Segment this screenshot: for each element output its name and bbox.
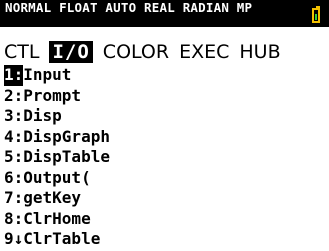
- tab-color[interactable]: COLOR: [103, 41, 169, 63]
- menu-item-clrtable[interactable]: 9↓ClrTable: [4, 229, 110, 250]
- menu-item-label: ClrTable: [23, 229, 101, 248]
- menu-item-output[interactable]: 6:Output(: [4, 168, 110, 189]
- mode-status-text: NORMAL FLOAT AUTO REAL RADIAN MP: [5, 0, 253, 15]
- menu-item-label: Disp: [23, 106, 62, 125]
- menu-item-label: DispTable: [23, 147, 110, 166]
- menu-item-number: 9↓: [4, 229, 24, 248]
- menu-item-clrhome[interactable]: 8:ClrHome: [4, 209, 110, 230]
- menu-item-number: 7:: [4, 188, 24, 207]
- tab-io[interactable]: I/O: [49, 41, 93, 63]
- menu-item-prompt[interactable]: 2:Prompt: [4, 86, 110, 107]
- tab-ctl[interactable]: CTL: [4, 41, 39, 63]
- menu-item-input[interactable]: 1:Input: [4, 65, 110, 86]
- battery-icon: [312, 6, 320, 23]
- tab-hub[interactable]: HUB: [239, 41, 280, 63]
- menu-item-label: DispGraph: [23, 126, 110, 146]
- menu-item-disptable[interactable]: 5:DispTable: [4, 147, 110, 168]
- menu-item-dispgraph[interactable]: 4:DispGraph: [4, 127, 110, 148]
- battery-cap: [316, 6, 320, 8]
- menu-item-number: 1:: [4, 65, 24, 86]
- status-bar: NORMAL FLOAT AUTO REAL RADIAN MP: [0, 0, 329, 27]
- menu-item-number: 5:: [4, 147, 24, 166]
- menu-item-number: 3:: [4, 106, 24, 125]
- menu-item-number: 8:: [4, 208, 24, 228]
- menu-item-number: 6:: [4, 167, 24, 187]
- tab-exec[interactable]: EXEC: [179, 41, 229, 63]
- menu-item-label: ClrHome: [23, 208, 91, 228]
- menu-item-disp[interactable]: 3:Disp: [4, 106, 110, 127]
- io-command-menu: 1:Input 2:Prompt 3:Disp 4:DispGraph 5:Di…: [4, 65, 110, 250]
- menu-item-number: 4:: [4, 126, 24, 146]
- menu-item-label: getKey: [23, 188, 82, 207]
- menu-item-label: Input: [23, 65, 72, 84]
- menu-item-getkey[interactable]: 7:getKey: [4, 188, 110, 209]
- menu-item-label: Prompt: [23, 85, 82, 105]
- menu-item-number: 2:: [4, 85, 24, 105]
- menu-item-label: Output(: [23, 167, 91, 187]
- battery-level-fill: [315, 14, 317, 20]
- program-menu-tabs: CTL I/O COLOR EXEC HUB: [4, 41, 291, 63]
